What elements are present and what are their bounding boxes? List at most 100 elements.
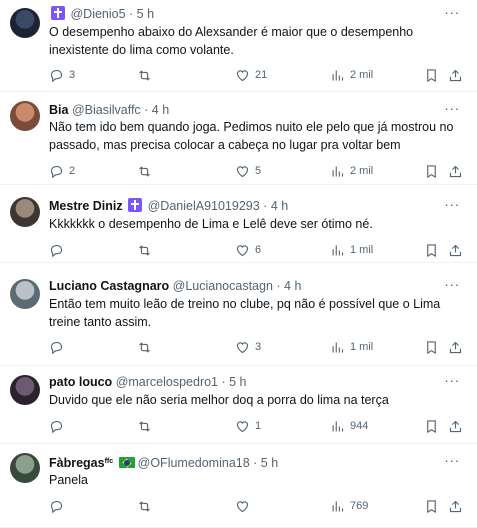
like-button[interactable] — [235, 497, 255, 515]
views-button[interactable]: 944 — [330, 417, 368, 435]
views-icon — [330, 243, 350, 258]
retweet-icon — [137, 499, 157, 514]
avatar[interactable] — [10, 279, 40, 309]
more-icon[interactable]: ··· — [441, 373, 463, 390]
views-button[interactable]: 769 — [330, 497, 368, 515]
author-name[interactable]: Bia — [49, 103, 68, 117]
reply-icon — [49, 419, 69, 434]
bookmark-button[interactable] — [424, 241, 439, 259]
like-count: 21 — [255, 69, 268, 81]
share-button[interactable] — [448, 497, 463, 515]
bookmark-button[interactable] — [424, 66, 439, 84]
tweet-header: @Dienio5 · 5 h — [49, 6, 441, 22]
bookmark-button[interactable] — [424, 338, 439, 356]
tweet-actions: 1 944 — [49, 417, 463, 435]
like-button[interactable]: 5 — [235, 162, 261, 180]
reply-button[interactable]: 3 — [49, 66, 75, 84]
author-name[interactable]: Luciano Castagnaro — [49, 279, 169, 293]
retweet-button[interactable] — [137, 497, 157, 515]
views-button[interactable]: 1 mil — [330, 241, 373, 259]
author-name[interactable]: Fàbregas — [49, 456, 105, 470]
timestamp[interactable]: 5 h — [137, 7, 154, 21]
retweet-icon — [137, 164, 157, 179]
more-icon[interactable]: ··· — [441, 5, 463, 22]
bookmark-button[interactable] — [424, 162, 439, 180]
timestamp[interactable]: 4 h — [284, 279, 301, 293]
share-icon — [448, 164, 463, 179]
view-count: 1 mil — [350, 341, 374, 353]
reply-icon — [49, 68, 69, 83]
avatar[interactable] — [10, 101, 40, 131]
author-handle[interactable]: @Biasilvaffc — [72, 103, 141, 117]
timestamp[interactable]: 4 h — [271, 199, 288, 213]
timestamp[interactable]: 5 h — [229, 375, 246, 389]
retweet-button[interactable] — [137, 241, 157, 259]
heart-icon — [235, 499, 255, 514]
tweet[interactable]: Fàbregasffc @OFlumedomina18 · 5 h ··· Pane… — [0, 444, 477, 528]
avatar[interactable] — [10, 197, 40, 227]
share-button[interactable] — [448, 162, 463, 180]
views-button[interactable]: 2 mil — [330, 162, 373, 180]
tweet-actions: 3 1 mil — [49, 338, 463, 356]
share-button[interactable] — [448, 417, 463, 435]
retweet-button[interactable] — [137, 66, 157, 84]
separator-dot: · — [140, 103, 152, 117]
like-count: 5 — [255, 165, 262, 177]
more-icon[interactable]: ··· — [441, 197, 463, 214]
more-icon[interactable]: ··· — [441, 101, 463, 118]
tweet[interactable]: Bia @Biasilvaffc · 4 h ··· Não tem ido bem… — [0, 92, 477, 185]
share-icon — [448, 243, 463, 258]
tweet[interactable]: pato louco @marcelospedro1 · 5 h ··· Duvid… — [0, 366, 477, 444]
reply-button[interactable]: 2 — [49, 162, 75, 180]
retweet-icon — [137, 419, 157, 434]
author-handle[interactable]: @Lucianocastagn — [173, 279, 273, 293]
reply-icon — [49, 499, 69, 514]
bookmark-button[interactable] — [424, 497, 439, 515]
tweet[interactable]: @Dienio5 · 5 h ··· O desempenho abaixo do … — [0, 0, 477, 92]
author-name[interactable]: pato louco — [49, 375, 112, 389]
retweet-button[interactable] — [137, 417, 157, 435]
tweet-text: Panela — [49, 473, 88, 487]
like-button[interactable]: 3 — [235, 338, 261, 356]
retweet-button[interactable] — [137, 162, 157, 180]
reply-button[interactable] — [49, 338, 69, 356]
reply-button[interactable] — [49, 417, 69, 435]
like-button[interactable]: 6 — [235, 241, 261, 259]
view-count: 769 — [350, 500, 369, 512]
author-handle[interactable]: @OFlumedomina18 — [138, 456, 250, 470]
share-button[interactable] — [448, 338, 463, 356]
retweet-icon — [137, 68, 157, 83]
view-count: 944 — [350, 420, 369, 432]
avatar[interactable] — [10, 375, 40, 405]
tweet-actions: 6 1 mil — [49, 241, 463, 259]
reply-button[interactable] — [49, 497, 69, 515]
tweet[interactable]: Mestre Diniz @DanielA91019293 · 4 h ··· Kk… — [0, 185, 477, 263]
more-icon[interactable]: ··· — [441, 277, 463, 294]
author-handle[interactable]: @DanielA91019293 — [148, 199, 260, 213]
tweet[interactable]: Luciano Castagnaro @Lucianocastagn · 4 h… — [0, 263, 477, 366]
like-count: 6 — [255, 244, 262, 256]
author-handle[interactable]: @marcelospedro1 — [116, 375, 218, 389]
reply-button[interactable] — [49, 241, 69, 259]
bookmark-button[interactable] — [424, 417, 439, 435]
tweet-text: Duvido que ele não seria melhor doq a po… — [49, 393, 389, 407]
avatar[interactable] — [10, 453, 40, 483]
author-handle[interactable]: @Dienio5 — [70, 7, 125, 21]
author-name[interactable]: Mestre Diniz — [49, 199, 123, 213]
like-button[interactable]: 21 — [235, 66, 267, 84]
retweet-button[interactable] — [137, 338, 157, 356]
share-button[interactable] — [448, 66, 463, 84]
like-button[interactable]: 1 — [235, 417, 261, 435]
timestamp[interactable]: 4 h — [152, 103, 169, 117]
views-icon — [330, 164, 350, 179]
views-button[interactable]: 2 mil — [330, 66, 373, 84]
share-button[interactable] — [448, 241, 463, 259]
more-icon[interactable]: ··· — [441, 453, 463, 470]
views-button[interactable]: 1 mil — [330, 338, 373, 356]
timestamp[interactable]: 5 h — [261, 456, 278, 470]
avatar[interactable] — [10, 8, 40, 38]
view-count: 2 mil — [350, 165, 374, 177]
share-icon — [448, 340, 463, 355]
tweet-header: Fàbregasffc @OFlumedomina18 · 5 h — [49, 454, 441, 470]
bookmark-icon — [424, 164, 439, 179]
